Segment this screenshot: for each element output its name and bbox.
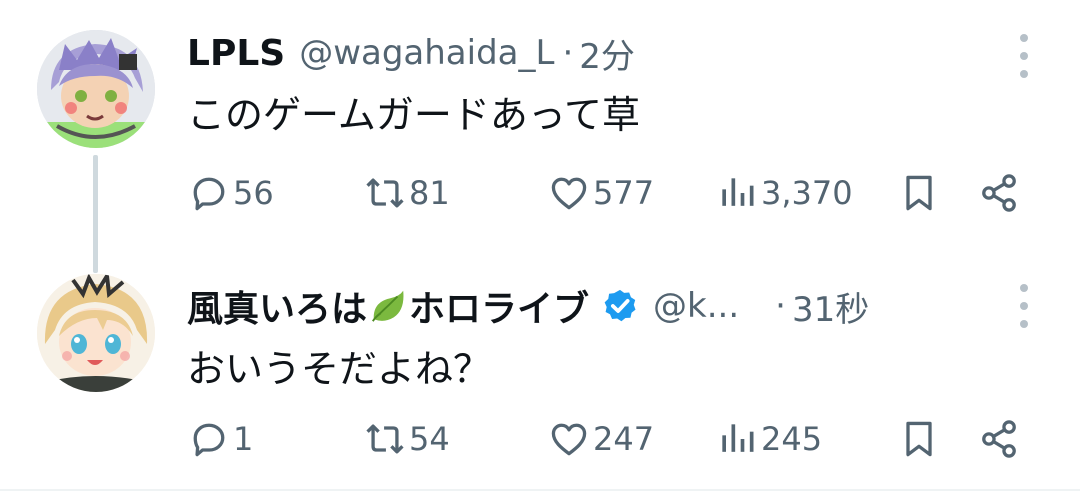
more-options-icon[interactable]	[1018, 284, 1030, 328]
avatar[interactable]	[37, 30, 155, 148]
more-options-icon[interactable]	[1018, 34, 1030, 78]
verified-badge-icon[interactable]	[601, 287, 639, 325]
retweet-button[interactable]: 81	[363, 168, 450, 218]
tweet-header: 風真いろは ホロライブ @k... · 31秒	[187, 278, 869, 334]
user-handle[interactable]: @k...	[653, 286, 739, 326]
more-dot	[1020, 52, 1028, 60]
share-button[interactable]	[977, 168, 1023, 218]
reply-button[interactable]: 1	[187, 414, 253, 464]
tweet[interactable]: 風真いろは ホロライブ @k... · 31秒 おいうそだよね？ 1 54 24…	[0, 262, 1080, 490]
display-name-part2[interactable]: ホロライブ	[409, 280, 589, 332]
speech-bubble-icon	[193, 177, 225, 211]
display-name-part1[interactable]: 風真いろは	[187, 280, 367, 332]
more-dot	[1020, 302, 1028, 310]
timestamp[interactable]: 31秒	[792, 282, 869, 331]
retweet-arrows-icon	[366, 424, 404, 454]
like-count: 577	[593, 174, 655, 212]
more-dot	[1020, 320, 1028, 328]
views-button[interactable]: 245	[715, 414, 822, 464]
reply-count: 56	[233, 174, 274, 212]
like-button[interactable]: 247	[547, 414, 654, 464]
view-count: 3,370	[761, 174, 853, 212]
more-dot	[1020, 70, 1028, 78]
bar-chart-icon	[722, 178, 754, 206]
bar-chart-icon	[722, 424, 754, 452]
more-dot	[1020, 34, 1028, 42]
reply-button[interactable]: 56	[187, 168, 274, 218]
reply-count: 1	[233, 420, 254, 458]
tweet-header: LPLS @wagahaida_L · 2分	[187, 28, 635, 78]
leaf-emoji	[372, 290, 404, 322]
bookmark-button[interactable]	[897, 414, 943, 464]
retweet-arrows-icon	[366, 178, 404, 208]
tweet-text: おいうそだよね？	[187, 347, 492, 391]
view-count: 245	[761, 420, 823, 458]
heart-icon	[551, 177, 587, 210]
like-count: 247	[593, 420, 655, 458]
avatar-image	[37, 274, 155, 392]
heart-icon	[551, 423, 587, 456]
more-dot	[1020, 284, 1028, 292]
tweet-actions: 56 81 577 3,370	[187, 168, 1037, 218]
retweet-button[interactable]: 54	[363, 414, 450, 464]
bookmark-icon	[906, 421, 932, 457]
bookmark-icon	[906, 175, 932, 211]
divider	[0, 489, 1080, 491]
retweet-count: 54	[409, 420, 450, 458]
tweet-text: このゲームガードあって草	[187, 93, 640, 137]
tweet[interactable]: LPLS @wagahaida_L · 2分 このゲームガードあって草 56 8…	[0, 0, 1080, 262]
speech-bubble-icon	[193, 423, 225, 457]
timestamp[interactable]: 2分	[579, 29, 635, 78]
avatar[interactable]	[37, 274, 155, 392]
share-nodes-icon	[982, 420, 1016, 458]
separator-dot: ·	[562, 33, 574, 73]
avatar-image	[37, 30, 155, 148]
retweet-count: 81	[409, 174, 450, 212]
separator-dot: ·	[775, 286, 786, 326]
share-button[interactable]	[977, 414, 1023, 464]
views-button[interactable]: 3,370	[715, 168, 853, 218]
like-button[interactable]: 577	[547, 168, 654, 218]
bookmark-button[interactable]	[897, 168, 943, 218]
tweet-actions: 1 54 247 245	[187, 414, 1037, 464]
user-handle[interactable]: @wagahaida_L	[299, 33, 554, 73]
share-nodes-icon	[982, 174, 1016, 212]
display-name[interactable]: LPLS	[187, 33, 285, 74]
